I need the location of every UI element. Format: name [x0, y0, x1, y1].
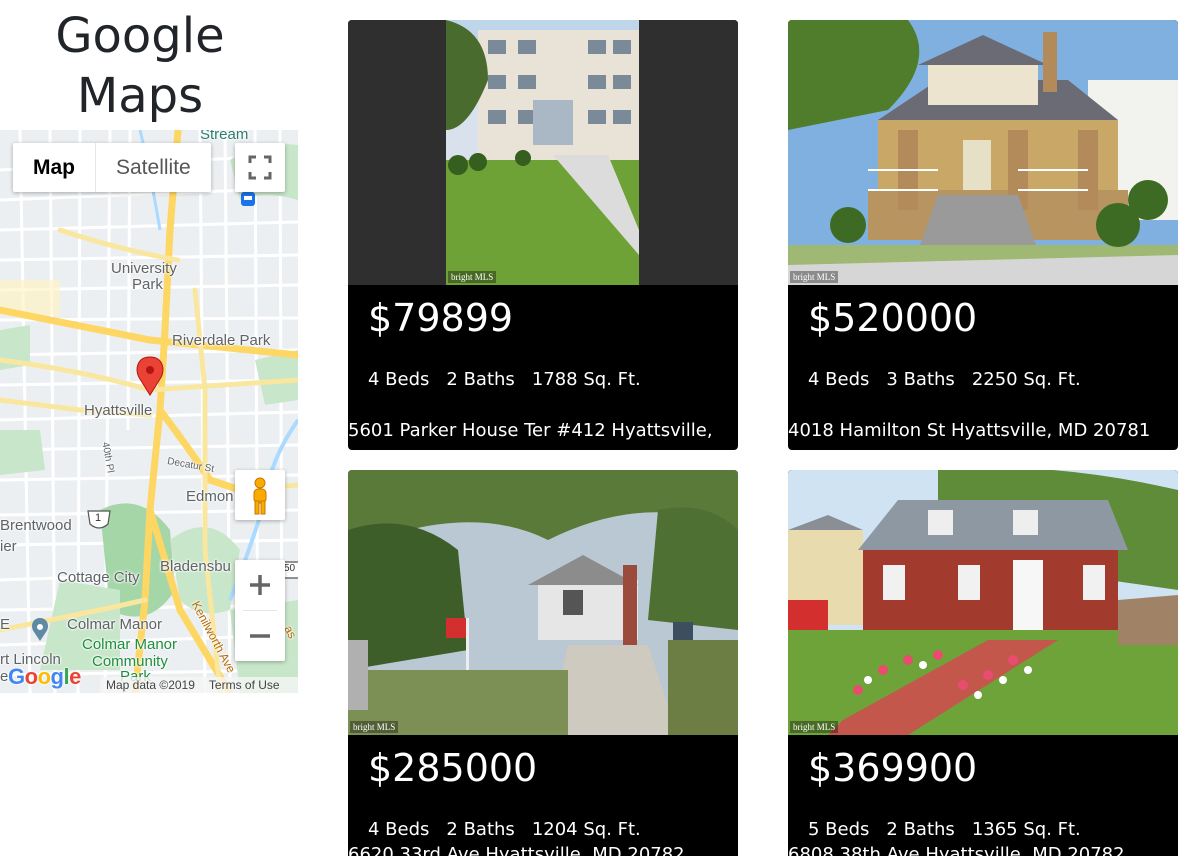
listing-sqft: 1365 Sq. Ft. [971, 819, 1081, 840]
zoom-in-button[interactable] [235, 560, 285, 610]
mls-watermark: bright MLS [790, 721, 839, 733]
listing-baths: 3 Baths [886, 369, 955, 390]
map-data-text: Map data ©2019 [106, 678, 195, 692]
pegman-icon [253, 477, 267, 515]
listing-price: $285000 [368, 746, 538, 790]
listing-photo[interactable]: bright MLS [788, 470, 1178, 735]
map-label-edmonston: Edmon [186, 488, 234, 505]
listing-address: 6620 33rd Ave Hyattsville, MD 20782 [348, 844, 685, 856]
map-label-hyattsville: Hyattsville [84, 402, 153, 419]
listing-baths: 2 Baths [446, 369, 515, 390]
listing-price: $520000 [808, 296, 978, 340]
listing-card[interactable]: bright MLS $285000 4 Beds 2 Baths 1204 Sq.… [348, 470, 738, 856]
map-attribution: Map data ©2019 Terms of Use [100, 677, 298, 693]
listing-sqft: 1788 Sq. Ft. [531, 369, 641, 390]
map-label-university: University [111, 260, 177, 277]
listing-photo[interactable]: bright MLS [348, 20, 738, 285]
terms-of-use-link[interactable]: Terms of Use [209, 678, 280, 692]
mls-watermark: bright MLS [350, 721, 399, 733]
listing-specs: 4 Beds 2 Baths 1788 Sq. Ft. [368, 365, 658, 395]
listing-beds: 4 Beds [368, 819, 430, 840]
mls-watermark: bright MLS [448, 271, 497, 283]
street-view-pegman-button[interactable] [235, 470, 285, 520]
listing-card[interactable]: bright MLS $520000 4 Beds 3 Baths 2250 Sq.… [788, 20, 1178, 450]
listing-photo-image [348, 20, 738, 285]
map-heading: Google Maps [55, 8, 225, 124]
fullscreen-button[interactable] [235, 143, 285, 192]
map-label-university-park: Park [132, 276, 163, 293]
map-label-riverdale-park: Riverdale Park [172, 332, 271, 349]
listing-baths: 2 Baths [886, 819, 955, 840]
listing-specs: 4 Beds 3 Baths 2250 Sq. Ft. [808, 365, 1098, 395]
listing-address: 5601 Parker House Ter #412 Hyattsville, … [348, 420, 713, 441]
listing-address: 4018 Hamilton St Hyattsville, MD 20781 [788, 420, 1151, 441]
map-label-colmar-park-1: Colmar Manor [82, 636, 178, 653]
listing-photo-image [348, 470, 738, 735]
route-1-shield-label: 1 [95, 512, 102, 524]
listing-beds: 5 Beds [808, 819, 870, 840]
map-label-bladensburg: Bladensbu [160, 558, 231, 575]
listing-address: 6808 38th Ave Hyattsville, MD 20782 [788, 844, 1125, 856]
listing-sqft: 2250 Sq. Ft. [971, 369, 1081, 390]
map-label-e: E [0, 616, 11, 633]
map-label-colmar-manor: Colmar Manor [67, 616, 163, 633]
zoom-control [235, 560, 285, 661]
google-logo[interactable]: Google [8, 664, 81, 690]
listing-photo-image [788, 470, 1178, 735]
map-type-control: Map Satellite [13, 143, 211, 192]
map-label-ier: ier [0, 538, 17, 555]
listing-price: $369900 [808, 746, 978, 790]
zoom-out-button[interactable] [235, 611, 285, 661]
fullscreen-icon [248, 155, 272, 180]
route-50-shield-label: 50 [284, 563, 296, 574]
listing-beds: 4 Beds [808, 369, 870, 390]
listing-photo[interactable]: bright MLS [348, 470, 738, 735]
map-label-cottage-city: Cottage City [57, 569, 140, 586]
map-type-satellite-button[interactable]: Satellite [95, 143, 211, 192]
minus-icon [250, 634, 270, 638]
listing-card[interactable]: bright MLS $369900 5 Beds 2 Baths 1365 Sq.… [788, 470, 1178, 856]
listing-baths: 2 Baths [446, 819, 515, 840]
plus-icon [250, 575, 270, 595]
listing-sqft: 1204 Sq. Ft. [531, 819, 641, 840]
map-label-stream: Stream [200, 130, 249, 143]
listing-photo[interactable]: bright MLS [788, 20, 1178, 285]
map-type-map-button[interactable]: Map [13, 143, 95, 192]
map-label-brentwood: Brentwood [0, 517, 72, 534]
listing-photo-image [788, 20, 1178, 285]
listing-price: $79899 [368, 296, 514, 340]
mls-watermark: bright MLS [790, 271, 839, 283]
listing-beds: 4 Beds [368, 369, 430, 390]
listing-card[interactable]: bright MLS $79899 4 Beds 2 Baths 1788 Sq. … [348, 20, 738, 450]
